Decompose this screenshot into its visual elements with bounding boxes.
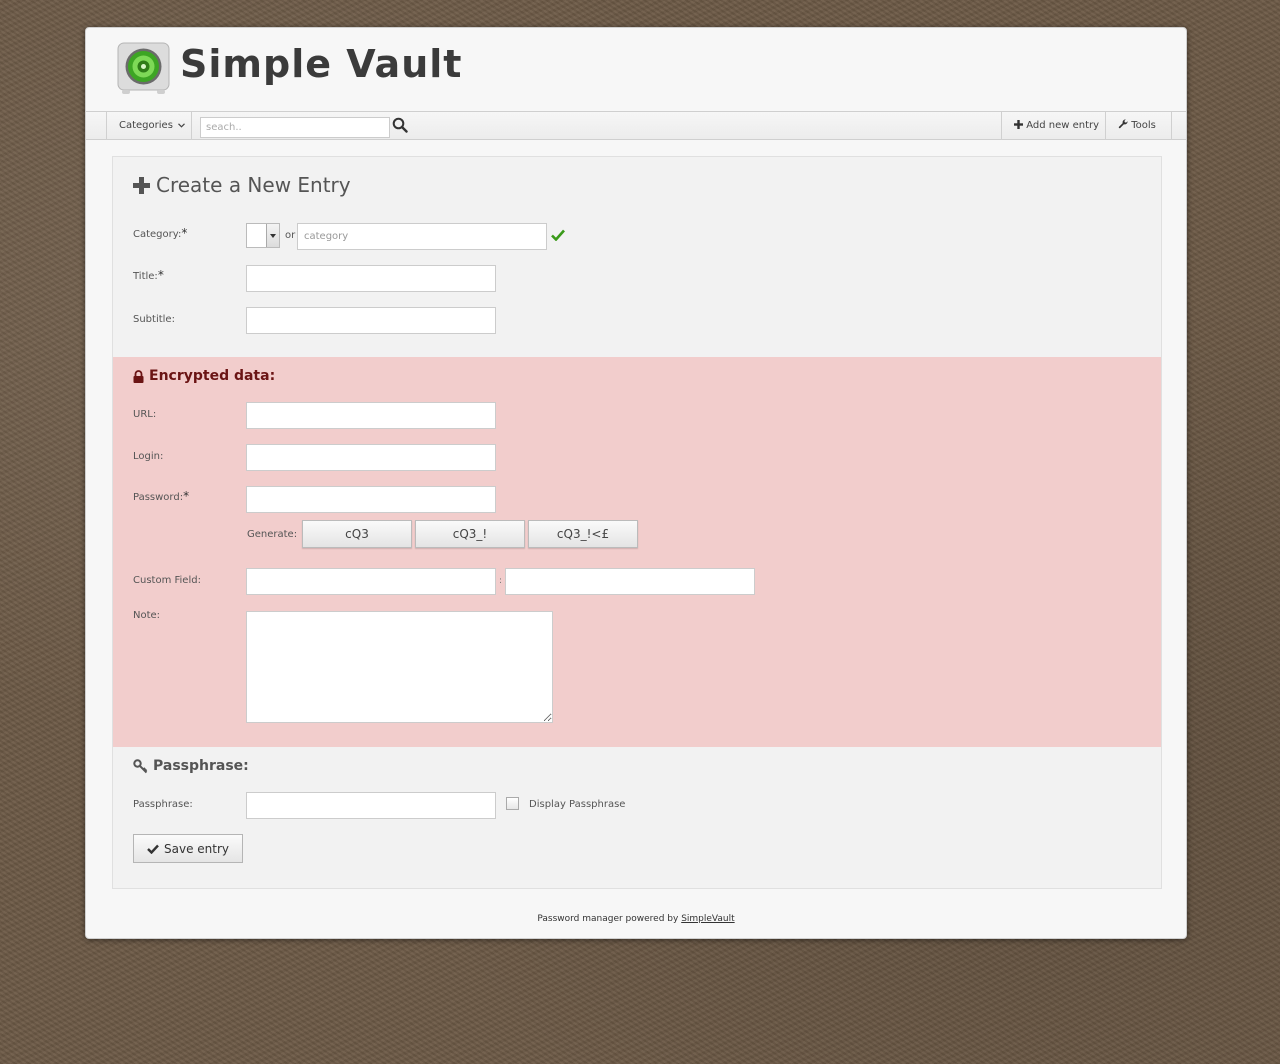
custom-field-label: Custom Field: — [133, 575, 201, 586]
passphrase-heading-text: Passphrase: — [153, 758, 249, 774]
required-mark: * — [183, 489, 190, 503]
passphrase-heading: Passphrase: — [133, 758, 249, 774]
title-label-text: Title: — [133, 271, 158, 282]
search-input[interactable] — [200, 117, 390, 138]
plus-icon — [133, 176, 150, 194]
generate-label: Generate: — [247, 529, 298, 540]
tools-label: Tools — [1131, 120, 1156, 131]
display-passphrase-label[interactable]: Display Passphrase — [529, 799, 625, 810]
required-mark: * — [181, 226, 188, 240]
category-select[interactable] — [246, 223, 280, 248]
encrypted-data-heading-text: Encrypted data: — [149, 368, 276, 384]
select-arrow-icon — [266, 224, 279, 247]
subtitle-input[interactable] — [246, 307, 496, 334]
custom-field-separator: : — [499, 576, 503, 586]
wrench-icon — [1118, 119, 1128, 129]
generate-complex-button[interactable]: cQ3_!<£ — [528, 520, 638, 548]
simplevault-link[interactable]: SimpleVault — [681, 914, 734, 924]
tools-button[interactable]: Tools — [1106, 112, 1172, 140]
new-entry-panel: Create a New Entry Category:* or Title:*… — [112, 156, 1162, 889]
passphrase-input[interactable] — [246, 792, 496, 819]
app-window: Simple Vault Categories Add new entry To… — [85, 27, 1187, 939]
login-input[interactable] — [246, 444, 496, 471]
category-label: Category:* — [133, 226, 188, 243]
categories-menu-button[interactable]: Categories — [106, 112, 192, 140]
note-textarea[interactable] — [246, 611, 553, 723]
password-label-text: Password: — [133, 492, 184, 503]
add-new-entry-label: Add new entry — [1026, 120, 1100, 131]
required-mark: * — [157, 268, 164, 282]
encrypted-data-heading: Encrypted data: — [133, 368, 275, 384]
subtitle-label: Subtitle: — [133, 314, 175, 325]
navbar: Categories Add new entry Tools — [86, 111, 1186, 140]
add-new-entry-button[interactable]: Add new entry — [1001, 112, 1106, 140]
url-label: URL: — [133, 409, 157, 420]
custom-field-name-input[interactable] — [246, 568, 496, 595]
display-passphrase-checkbox[interactable] — [506, 797, 519, 810]
check-icon — [147, 844, 159, 854]
passphrase-label: Passphrase: — [133, 799, 193, 810]
key-icon — [133, 758, 148, 773]
check-icon — [551, 229, 565, 241]
note-label: Note: — [133, 610, 161, 621]
search-icon[interactable] — [392, 117, 408, 133]
title-input[interactable] — [246, 265, 496, 292]
password-input[interactable] — [246, 486, 496, 513]
page-title-text: Create a New Entry — [156, 173, 351, 197]
password-label: Password:* — [133, 489, 190, 506]
categories-label: Categories — [119, 120, 173, 131]
plus-icon — [1014, 120, 1023, 129]
save-entry-button[interactable]: Save entry — [133, 834, 243, 863]
page-title: Create a New Entry — [133, 173, 351, 197]
login-label: Login: — [133, 451, 164, 462]
custom-field-value-input[interactable] — [505, 568, 755, 595]
category-label-text: Category: — [133, 229, 182, 240]
vault-logo-icon — [117, 42, 170, 94]
or-text: or — [285, 230, 296, 241]
lock-icon — [133, 369, 144, 383]
footer: Password manager powered by SimpleVault — [86, 914, 1186, 924]
generate-symbols-button[interactable]: cQ3_! — [415, 520, 525, 548]
footer-text: Password manager powered by — [537, 914, 679, 924]
header: Simple Vault — [86, 28, 1186, 111]
title-label: Title:* — [133, 268, 164, 285]
chevron-down-icon — [178, 122, 186, 128]
encrypted-data-section: Encrypted data: URL: Login: Password:* G… — [113, 357, 1161, 747]
new-category-input[interactable] — [297, 223, 547, 250]
app-logo-text: Simple Vault — [180, 42, 463, 86]
url-input[interactable] — [246, 402, 496, 429]
generate-simple-button[interactable]: cQ3 — [302, 520, 412, 548]
save-entry-label: Save entry — [164, 841, 229, 856]
